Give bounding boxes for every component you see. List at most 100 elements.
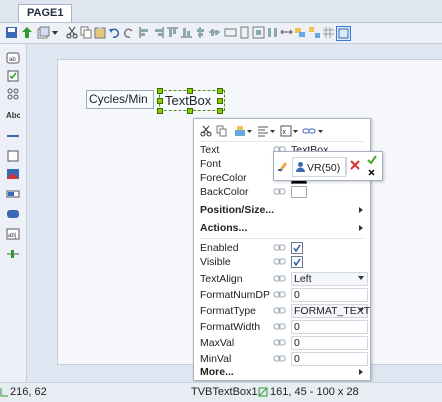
prop-row-visible[interactable]: Visible bbox=[200, 256, 364, 269]
cycles-label[interactable]: Cycles/Min bbox=[86, 90, 154, 109]
minval-input[interactable]: 0 bbox=[291, 352, 368, 366]
resize-handle[interactable] bbox=[157, 98, 163, 104]
same-width-icon[interactable] bbox=[224, 26, 237, 39]
prop-name: Visible bbox=[200, 256, 231, 268]
line-tool-icon[interactable] bbox=[6, 130, 20, 142]
menu-divider bbox=[200, 141, 364, 142]
prop-row-enabled[interactable]: Enabled bbox=[200, 242, 364, 255]
chevron-down-icon[interactable] bbox=[292, 125, 299, 137]
expression-icon[interactable]: x bbox=[280, 125, 292, 137]
cursor-position-icon bbox=[0, 388, 8, 397]
ungroup-icon[interactable] bbox=[308, 26, 321, 39]
checkbox-tool-icon[interactable] bbox=[6, 70, 20, 82]
group-icon[interactable] bbox=[294, 26, 307, 39]
paint-icon[interactable] bbox=[234, 125, 246, 137]
link-icon[interactable] bbox=[273, 338, 286, 347]
frame-icon[interactable] bbox=[336, 26, 351, 41]
edit-expression-icon[interactable] bbox=[277, 160, 289, 172]
chevron-down-icon[interactable] bbox=[317, 125, 324, 137]
prop-name: FormatWidth bbox=[200, 321, 261, 333]
resize-handle[interactable] bbox=[157, 88, 163, 94]
visible-checkbox[interactable] bbox=[291, 256, 303, 268]
link-icon[interactable] bbox=[302, 125, 318, 137]
button-tool-icon[interactable]: ab bbox=[6, 52, 20, 64]
cut-icon[interactable] bbox=[66, 26, 79, 39]
chevron-down-icon[interactable] bbox=[51, 26, 59, 39]
link-icon[interactable] bbox=[273, 322, 286, 331]
cut-icon[interactable] bbox=[200, 125, 212, 137]
radio-group-tool-icon[interactable] bbox=[6, 88, 20, 100]
upload-icon[interactable] bbox=[21, 26, 34, 39]
prop-name: MaxVal bbox=[200, 337, 235, 349]
formattype-select[interactable]: FORMAT_TEXT bbox=[291, 304, 370, 318]
section-more[interactable]: More... bbox=[200, 366, 364, 379]
progress-bar-tool-icon[interactable] bbox=[6, 188, 20, 200]
confirm-icon[interactable] bbox=[366, 154, 378, 166]
prop-row-formatwidth[interactable]: FormatWidth 0 bbox=[200, 320, 368, 334]
rounded-button-tool-icon[interactable] bbox=[6, 208, 20, 220]
align-right-icon[interactable] bbox=[152, 26, 165, 39]
prop-row-formatnumdp[interactable]: FormatNumDP 0 bbox=[200, 288, 368, 302]
align-top-icon[interactable] bbox=[166, 26, 179, 39]
prop-row-minval[interactable]: MinVal 0 bbox=[200, 352, 368, 366]
save-icon[interactable] bbox=[5, 26, 18, 39]
center-vertical-icon[interactable] bbox=[194, 26, 207, 39]
paste-icon[interactable] bbox=[94, 26, 107, 39]
checkmark-icon bbox=[293, 244, 301, 253]
section-position-size[interactable]: Position/Size... bbox=[200, 204, 364, 217]
resize-handle[interactable] bbox=[217, 98, 223, 104]
textalign-select[interactable]: Left bbox=[291, 272, 368, 286]
link-icon[interactable] bbox=[273, 290, 286, 299]
backcolor-swatch[interactable] bbox=[291, 186, 307, 198]
submenu-arrow-icon bbox=[359, 225, 363, 231]
formatnumdp-input[interactable]: 0 bbox=[291, 288, 368, 302]
input-value: 0 bbox=[294, 337, 300, 349]
resize-handle[interactable] bbox=[157, 108, 163, 114]
link-icon[interactable] bbox=[273, 274, 286, 283]
slider-tool-icon[interactable] bbox=[6, 248, 20, 260]
center-horizontal-icon[interactable] bbox=[208, 26, 221, 39]
grid-icon[interactable] bbox=[322, 26, 335, 39]
label-tool-icon[interactable]: Abc bbox=[6, 108, 20, 120]
maxval-input[interactable]: 0 bbox=[291, 336, 368, 350]
link-icon[interactable] bbox=[273, 306, 286, 315]
resize-handle[interactable] bbox=[217, 88, 223, 94]
prop-row-textalign[interactable]: TextAlign Left bbox=[200, 272, 368, 286]
cancel-icon[interactable] bbox=[350, 160, 360, 170]
close-icon[interactable] bbox=[368, 169, 375, 176]
redo-icon[interactable] bbox=[122, 26, 135, 39]
textbox-tool-icon[interactable]: ab| bbox=[6, 228, 20, 240]
copy-icon[interactable] bbox=[216, 125, 228, 137]
image-tool-icon[interactable] bbox=[6, 168, 20, 180]
prop-row-backcolor[interactable]: BackColor bbox=[200, 186, 364, 199]
enabled-checkbox[interactable] bbox=[291, 242, 303, 254]
link-icon[interactable] bbox=[273, 257, 286, 266]
same-size-icon[interactable] bbox=[252, 26, 265, 39]
copy-icon[interactable] bbox=[80, 26, 93, 39]
resize-handle[interactable] bbox=[187, 108, 193, 114]
align-left-icon[interactable] bbox=[138, 26, 151, 39]
resize-handle[interactable] bbox=[187, 88, 193, 94]
selection-geometry: 161, 45 - 100 x 28 bbox=[270, 386, 359, 398]
undo-icon[interactable] bbox=[108, 26, 121, 39]
chevron-down-icon[interactable] bbox=[269, 125, 276, 137]
chevron-down-icon[interactable] bbox=[246, 125, 253, 137]
align-icon[interactable] bbox=[257, 125, 269, 137]
rectangle-tool-icon[interactable] bbox=[6, 150, 20, 162]
tab-page1[interactable]: PAGE1 bbox=[18, 4, 73, 22]
resize-handle[interactable] bbox=[217, 108, 223, 114]
layers-icon[interactable] bbox=[37, 26, 50, 39]
section-actions[interactable]: Actions... bbox=[200, 222, 364, 235]
prop-row-maxval[interactable]: MaxVal 0 bbox=[200, 336, 368, 350]
link-icon[interactable] bbox=[273, 187, 286, 196]
spacing-icon[interactable] bbox=[280, 26, 293, 39]
formatwidth-input[interactable]: 0 bbox=[291, 320, 368, 334]
link-icon[interactable] bbox=[273, 243, 286, 252]
distribute-icon[interactable] bbox=[266, 26, 279, 39]
prop-row-formattype[interactable]: FormatType FORMAT_TEXT bbox=[200, 304, 370, 318]
same-height-icon[interactable] bbox=[238, 26, 251, 39]
expression-popup: VR(50) bbox=[273, 151, 383, 181]
submenu-arrow-icon bbox=[359, 207, 363, 213]
link-icon[interactable] bbox=[273, 354, 286, 363]
align-bottom-icon[interactable] bbox=[180, 26, 193, 39]
